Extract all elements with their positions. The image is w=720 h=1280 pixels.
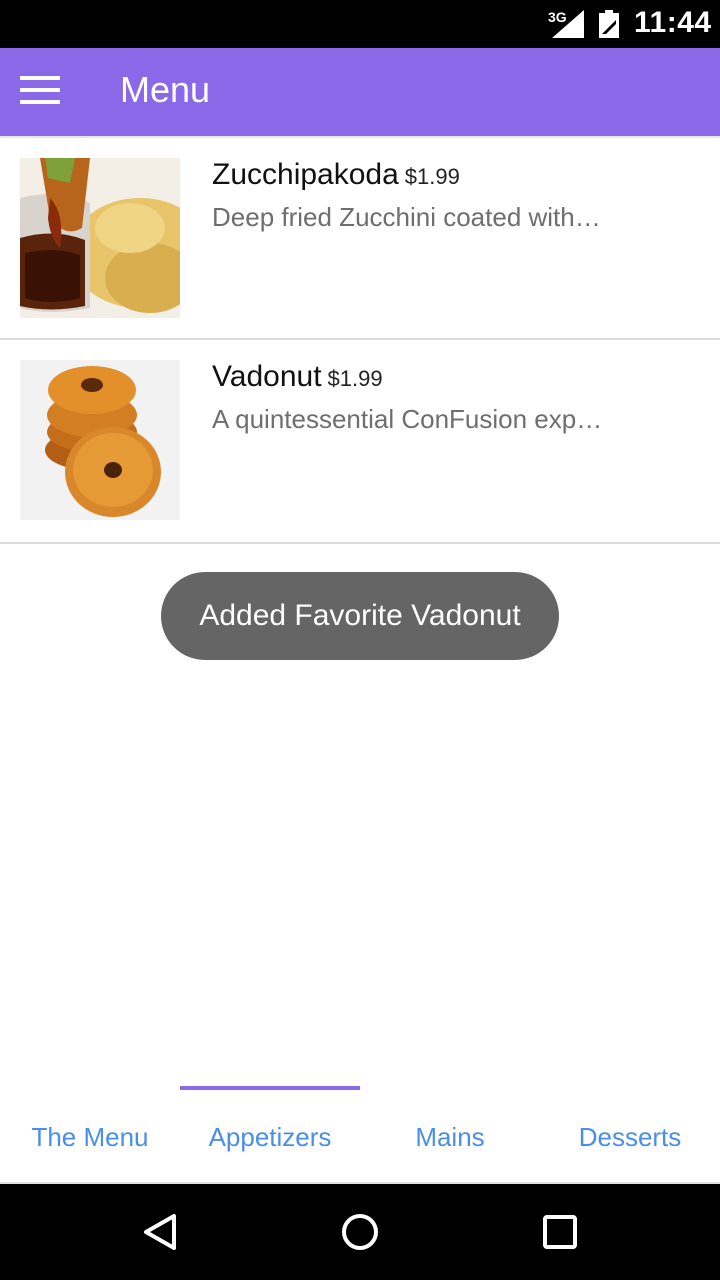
list-item[interactable]: Zucchipakoda $1.99 Deep fried Zucchini co…	[0, 136, 720, 340]
recents-square-icon[interactable]	[540, 1212, 580, 1252]
vadonut-photo	[20, 360, 180, 520]
tab-the-menu[interactable]: The Menu	[0, 1082, 180, 1182]
tab-appetizers[interactable]: Appetizers	[180, 1082, 360, 1182]
tab-bar: The Menu Appetizers Mains Desserts	[0, 1082, 720, 1184]
zucchipakoda-photo	[20, 158, 180, 318]
app-bar: Menu	[0, 48, 720, 136]
tab-mains[interactable]: Mains	[360, 1082, 540, 1182]
item-price: $1.99	[404, 164, 460, 189]
home-circle-icon[interactable]	[340, 1212, 380, 1252]
hamburger-menu-icon[interactable]	[20, 76, 60, 108]
item-name: Zucchipakoda $1.99	[212, 158, 460, 192]
clock: 11:44	[634, 6, 712, 39]
status-bar: 3G 11:44	[0, 0, 720, 48]
item-description: A quintessential ConFusion exp…	[212, 404, 603, 434]
tab-desserts[interactable]: Desserts	[540, 1082, 720, 1182]
item-name: Vadonut $1.99	[212, 360, 383, 394]
menu-list: Zucchipakoda $1.99 Deep fried Zucchini co…	[0, 136, 720, 544]
item-description: Deep fried Zucchini coated with…	[212, 202, 601, 232]
item-price: $1.99	[327, 366, 383, 391]
page-title: Menu	[120, 69, 211, 110]
back-triangle-icon[interactable]	[140, 1212, 180, 1252]
toast-message: Added Favorite Vadonut	[161, 572, 559, 660]
item-name-text: Zucchipakoda	[212, 158, 399, 191]
system-nav-bar	[0, 1184, 720, 1280]
item-name-text: Vadonut	[212, 360, 322, 393]
signal-strength-icon	[552, 10, 584, 38]
list-item[interactable]: Vadonut $1.99 A quintessential ConFusion …	[0, 340, 720, 544]
battery-icon	[599, 10, 619, 38]
